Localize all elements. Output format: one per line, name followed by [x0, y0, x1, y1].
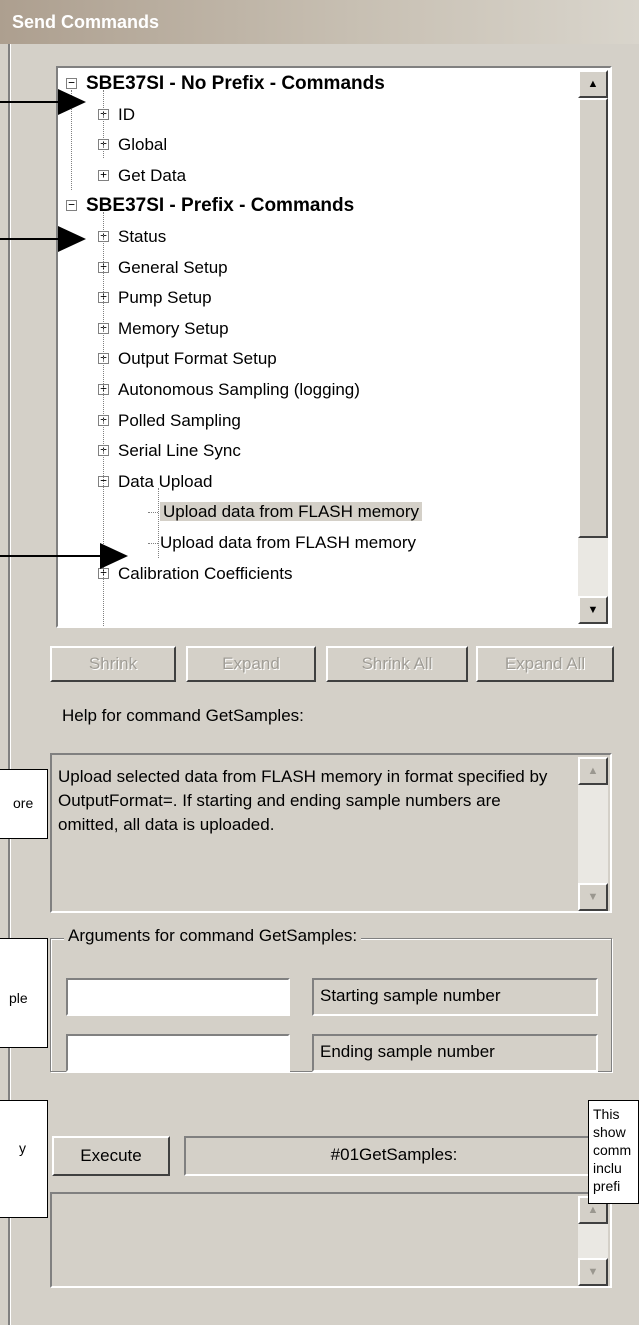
execute-callout-text: y [19, 1140, 26, 1156]
expand-button[interactable]: Expand [186, 646, 316, 682]
tree-node-label: Output Format Setup [118, 349, 277, 369]
help-text: Upload selected data from FLASH memory i… [58, 767, 548, 834]
tree-category-node[interactable]: Pump Setup [118, 282, 212, 314]
help-callout-text: ore [13, 795, 34, 811]
help-scroll-down-button[interactable]: ▼ [578, 883, 608, 911]
collapse-node-icon[interactable]: − [66, 77, 77, 89]
tree-node-label: Polled Sampling [118, 410, 241, 430]
command-callout-line: comm [593, 1142, 632, 1158]
tree-node-label: Autonomous Sampling (logging) [118, 380, 360, 399]
callout-arrow-head [100, 543, 128, 569]
tree-category-node[interactable]: Data Upload [118, 466, 213, 498]
command-preview: #01GetSamples: [184, 1136, 604, 1176]
arguments-group-title: Arguments for command GetSamples: [64, 926, 362, 946]
command-callout-line: This [593, 1106, 620, 1122]
help-scrollbar[interactable]: ▲ ▼ [578, 757, 608, 911]
tree-root-node[interactable]: SBE37SI - Prefix - Commands [86, 190, 354, 222]
tree-category-node[interactable]: Calibration Coefficients [118, 558, 293, 590]
expand-all-button[interactable]: Expand All [476, 646, 614, 682]
tree-category-node[interactable]: General Setup [118, 252, 228, 284]
starting-sample-label: Starting sample number [312, 978, 598, 1016]
tree-node-label: Upload data from FLASH memory [160, 533, 417, 552]
tree-node-label: Data Upload [118, 471, 213, 491]
help-callout: ore [0, 769, 48, 839]
up-arrow-icon: ▲ [587, 78, 599, 90]
tree-node-label: ID [118, 104, 135, 124]
output-scrollbar[interactable]: ▲ ▼ [578, 1196, 608, 1286]
command-callout: This show comm inclu prefi [588, 1100, 639, 1204]
execute-callout: y [0, 1100, 48, 1218]
up-arrow-icon: ▲ [587, 1204, 599, 1216]
down-arrow-icon: ▼ [587, 604, 599, 616]
command-callout-line: inclu [593, 1160, 622, 1176]
help-heading: Help for command GetSamples: [62, 706, 304, 725]
tree-root-node[interactable]: SBE37SI - No Prefix - Commands [86, 68, 385, 100]
collapse-node-icon[interactable]: − [66, 199, 77, 212]
tree-scroll-down-button[interactable]: ▼ [578, 596, 608, 624]
callout-arrow-head [58, 89, 86, 115]
callout-arrow-head [58, 226, 86, 252]
starting-sample-input[interactable] [66, 978, 290, 1016]
command-tree[interactable]: SBE37SI - No Prefix - Commands − ID + Global… [56, 66, 612, 628]
tree-connector [103, 90, 104, 158]
ending-sample-label: Ending sample number [312, 1034, 598, 1072]
tree-category-node[interactable]: Autonomous Sampling (logging) [118, 374, 360, 406]
tree-scroll-up-button[interactable]: ▲ [578, 70, 608, 98]
command-callout-line: prefi [593, 1178, 621, 1194]
tree-category-node[interactable]: Serial Line Sync [118, 435, 241, 467]
down-arrow-icon: ▼ [587, 891, 599, 903]
tree-node-label: Calibration Coefficients [118, 563, 293, 583]
tree-node-label: Upload data from FLASH memory [160, 502, 423, 522]
tree-node-label: Status [118, 227, 167, 246]
tree-node-label: General Setup [118, 257, 228, 277]
tree-category-node[interactable]: Polled Sampling [118, 405, 241, 437]
tree-node-label: Pump Setup [118, 288, 212, 308]
tree-scrollbar[interactable]: ▲ ▼ [578, 70, 608, 624]
tree-node-label: SBE37SI - Prefix - Commands [86, 195, 355, 217]
tree-category-node[interactable]: Status [118, 221, 166, 253]
panel-title: Send Commands [0, 0, 639, 44]
tree-leaf-command[interactable]: Upload data from FLASH memory [160, 496, 423, 528]
tree-node-label: Global [118, 135, 168, 155]
tree-node-label: Serial Line Sync [118, 441, 241, 461]
tree-category-node[interactable]: Memory Setup [118, 313, 229, 345]
send-commands-panel: Send Commands SBE37SI - No Prefix - Comm… [0, 0, 639, 1325]
command-callout-line: show [593, 1124, 626, 1140]
tree-scroll-thumb[interactable] [578, 98, 608, 538]
output-scroll-down-button[interactable]: ▼ [578, 1258, 608, 1286]
tree-connector [158, 488, 159, 558]
tree-connector [148, 512, 158, 514]
command-output-box[interactable]: ▲ ▼ [50, 1192, 612, 1288]
callout-arrow-line [0, 555, 104, 557]
tree-node-label: SBE37SI - No Prefix - Commands [86, 73, 385, 94]
shrink-all-button[interactable]: Shrink All [326, 646, 468, 682]
help-textbox[interactable]: Upload selected data from FLASH memory i… [50, 753, 612, 913]
expand-node-icon[interactable]: + [98, 169, 109, 181]
tree-node-label: Memory Setup [118, 318, 229, 338]
shrink-button[interactable]: Shrink [50, 646, 176, 682]
execute-button[interactable]: Execute [52, 1136, 170, 1176]
tree-category-node[interactable]: Get Data [118, 160, 186, 192]
tree-category-node[interactable]: Global [118, 129, 167, 161]
arguments-callout: ple [0, 938, 48, 1048]
help-scroll-up-button[interactable]: ▲ [578, 757, 608, 785]
ending-sample-input[interactable] [66, 1034, 290, 1072]
tree-category-node[interactable]: Output Format Setup [118, 343, 277, 375]
down-arrow-icon: ▼ [587, 1266, 599, 1278]
tree-category-node[interactable]: ID [118, 99, 135, 131]
tree-connector [148, 543, 158, 544]
tree-node-label: Get Data [118, 165, 187, 185]
arguments-callout-text: ple [9, 990, 28, 1006]
tree-leaf-command[interactable]: Upload data from FLASH memory [160, 527, 416, 559]
up-arrow-icon: ▲ [587, 765, 599, 777]
